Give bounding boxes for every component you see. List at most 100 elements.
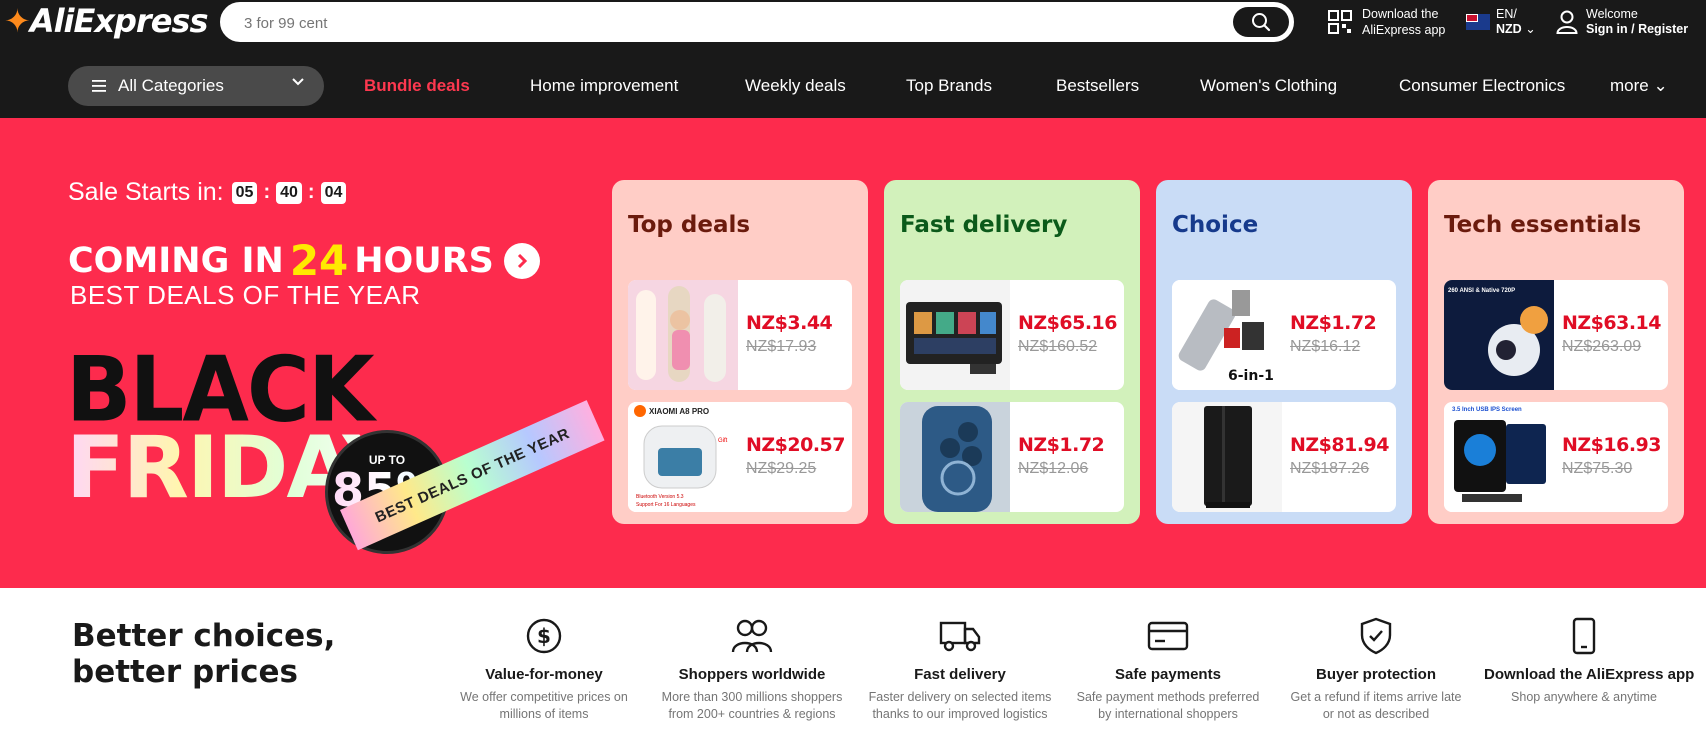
currency-code: NZD xyxy=(1496,22,1522,36)
original-price: NZ$17.93 xyxy=(746,338,817,355)
projector-label: 260 ANSI & Native 720P xyxy=(1448,288,1515,294)
account-menu[interactable]: Welcome Sign in / Register xyxy=(1556,2,1706,42)
feature-title: Value-for-money xyxy=(485,666,603,683)
countdown-colon: : xyxy=(307,181,315,203)
search-input[interactable] xyxy=(244,12,1204,34)
feature-desc: Faster delivery on selected items xyxy=(868,690,1052,704)
heading-line-1: Better choices, xyxy=(72,618,336,654)
feature-desc: More than 300 millions shoppers xyxy=(661,690,843,704)
feature-buyer-protection: Buyer protection Get a refund if items a… xyxy=(1276,616,1476,723)
feature-desc: millions of items xyxy=(499,707,589,721)
product-tile[interactable]: NZ$81.94 NZ$187.26 xyxy=(1172,402,1396,512)
aliexpress-logo[interactable]: ✦AliExpress xyxy=(4,2,208,42)
feature-safe-payments: Safe payments Safe payment methods prefe… xyxy=(1068,616,1268,723)
screen-label: 3.5 Inch USB IPS Screen xyxy=(1452,407,1522,413)
coming-headline[interactable]: COMING IN 24 HOURS xyxy=(68,236,540,285)
nav-consumer-electronics[interactable]: Consumer Electronics xyxy=(1399,76,1565,96)
chevron-down-icon: ⌄ xyxy=(1653,76,1668,95)
sign-in-register-link[interactable]: Sign in / Register xyxy=(1586,22,1688,36)
nav-bundle-deals[interactable]: Bundle deals xyxy=(364,76,470,96)
feature-title: Fast delivery xyxy=(914,666,1006,683)
tech-essentials-card[interactable]: Tech essentials 260 ANSI & Native 720P N… xyxy=(1428,180,1684,524)
product-tile[interactable]: XIAOMI A8 PRO Gift Bluetooth Version 5.3 Su… xyxy=(628,402,852,512)
usb-screen-image: 3.5 Inch USB IPS Screen xyxy=(1444,402,1554,512)
feature-desc: We offer competitive prices on xyxy=(460,690,628,704)
logo-star-icon: ✦ xyxy=(4,2,31,40)
search-button[interactable] xyxy=(1233,7,1289,37)
nav-womens-clothing[interactable]: Women's Clothing xyxy=(1200,76,1337,96)
menu-icon xyxy=(92,80,106,92)
original-price: NZ$16.12 xyxy=(1290,338,1361,355)
plush-pillow-image xyxy=(628,280,738,390)
qr-code-icon xyxy=(1328,10,1352,34)
original-price: NZ$187.26 xyxy=(1290,460,1370,477)
feature-download-app[interactable]: Download the AliExpress app Shop anywher… xyxy=(1484,616,1694,706)
phone-case-image xyxy=(900,402,1010,512)
feature-desc: Get a refund if items arrive late xyxy=(1290,690,1462,704)
search-bar xyxy=(220,2,1294,42)
sale-price: NZ$65.16 xyxy=(1018,312,1118,334)
original-price: NZ$263.09 xyxy=(1562,338,1642,355)
fast-delivery-card[interactable]: Fast delivery NZ$65.16 NZ$160.52 NZ$1.72… xyxy=(884,180,1140,524)
coming-post: HOURS xyxy=(354,240,494,281)
feature-desc: or not as described xyxy=(1322,707,1430,721)
feature-fast-delivery: Fast delivery Faster delivery on selecte… xyxy=(860,616,1060,723)
nav-bestsellers[interactable]: Bestsellers xyxy=(1056,76,1139,96)
choice-card[interactable]: Choice 6-in-1 NZ$1.72 NZ$16.12 NZ$81.94 … xyxy=(1156,180,1412,524)
better-choices-heading: Better choices, better prices xyxy=(72,618,335,690)
product-tile[interactable]: NZ$1.72 NZ$12.06 xyxy=(900,402,1124,512)
category-nav: All Categories Bundle deals Home improve… xyxy=(0,46,1706,118)
arrow-right-icon[interactable] xyxy=(503,242,540,279)
card-title: Choice xyxy=(1172,212,1259,238)
feature-desc: Shop anywhere & anytime xyxy=(1511,690,1657,704)
six-in-one-label: 6-in-1 xyxy=(1228,368,1274,384)
original-price: NZ$75.30 xyxy=(1562,460,1633,477)
sale-price: NZ$1.72 xyxy=(1290,312,1377,334)
nav-more[interactable]: more ⌄ xyxy=(1610,76,1668,96)
nav-top-brands[interactable]: Top Brands xyxy=(906,76,992,96)
feature-desc: by international shoppers xyxy=(1098,707,1238,721)
product-tile[interactable]: 260 ANSI & Native 720P NZ$63.14 NZ$263.0… xyxy=(1444,280,1668,390)
nav-weekly-deals[interactable]: Weekly deals xyxy=(745,76,846,96)
user-icon xyxy=(1556,10,1578,34)
sale-countdown: Sale Starts in: 05 : 40 : 04 xyxy=(68,178,348,207)
feature-desc: from 200+ countries & regions xyxy=(668,707,836,721)
countdown-hours: 05 xyxy=(231,181,258,204)
users-icon xyxy=(731,619,773,653)
lang-code: EN/ xyxy=(1496,7,1517,21)
card-reader-image: 6-in-1 xyxy=(1172,280,1282,390)
feature-title: Buyer protection xyxy=(1315,666,1436,683)
feature-title: Shoppers worldwide xyxy=(678,666,826,683)
best-deals-subline: BEST DEALS OF THE YEAR xyxy=(70,280,421,310)
smart-display-image xyxy=(900,280,1010,390)
product-tile[interactable]: 3.5 Inch USB IPS Screen NZ$16.93 NZ$75.3… xyxy=(1444,402,1668,512)
all-categories-label: All Categories xyxy=(118,76,224,95)
all-categories-button[interactable]: All Categories xyxy=(68,66,324,106)
language-currency-selector[interactable]: EN/NZD ⌄ xyxy=(1466,4,1548,40)
router-image xyxy=(1172,402,1282,512)
nav-home-improvement[interactable]: Home improvement xyxy=(530,76,678,96)
search-icon xyxy=(1252,13,1271,32)
sale-price: NZ$81.94 xyxy=(1290,434,1390,456)
product-tile[interactable]: 6-in-1 NZ$1.72 NZ$16.12 xyxy=(1172,280,1396,390)
svg-text:$: $ xyxy=(537,624,551,648)
coming-pre: COMING IN xyxy=(68,240,284,281)
black-friday-banner[interactable]: Sale Starts in: 05 : 40 : 04 COMING IN 2… xyxy=(0,118,1706,588)
app-line-1: Download the xyxy=(1362,7,1439,21)
more-label: more xyxy=(1610,76,1649,95)
welcome-text: Welcome xyxy=(1586,7,1638,21)
product-tile[interactable]: NZ$3.44 NZ$17.93 xyxy=(628,280,852,390)
feature-value-for-money: $ Value-for-money We offer competitive p… xyxy=(444,616,644,723)
chevron-down-icon xyxy=(292,78,304,86)
nz-flag-icon xyxy=(1466,14,1490,30)
projector-image: 260 ANSI & Native 720P xyxy=(1444,280,1554,390)
download-app-link[interactable]: Download the AliExpress app xyxy=(1328,4,1458,40)
top-deals-card[interactable]: Top deals NZ$3.44 NZ$17.93 XIAOMI A8 PRO… xyxy=(612,180,868,524)
shield-check-icon xyxy=(1360,617,1392,655)
feature-desc: Safe payment methods preferred xyxy=(1076,690,1260,704)
sale-price: NZ$63.14 xyxy=(1562,312,1662,334)
product-tile[interactable]: NZ$65.16 NZ$160.52 xyxy=(900,280,1124,390)
earbuds-image: XIAOMI A8 PRO Gift Bluetooth Version 5.3 Su… xyxy=(628,402,738,512)
truck-icon xyxy=(939,621,981,652)
sale-price: NZ$16.93 xyxy=(1562,434,1662,456)
